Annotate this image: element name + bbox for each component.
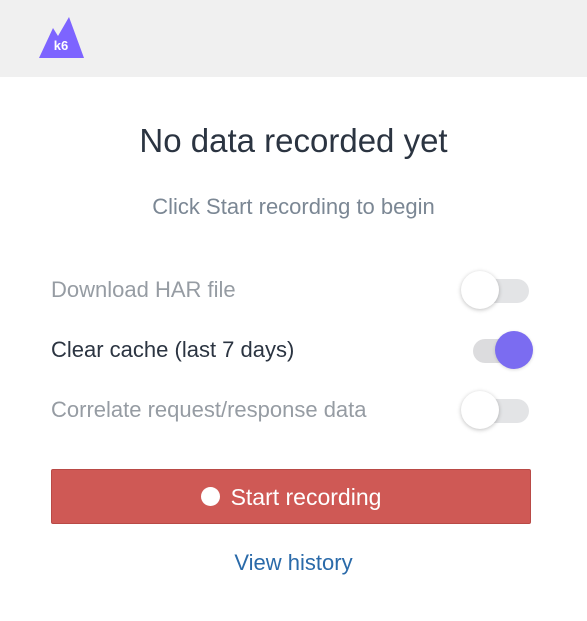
toggle-knob [495, 331, 533, 369]
option-clear-cache: Clear cache (last 7 days) [51, 330, 533, 370]
option-label: Clear cache (last 7 days) [51, 337, 295, 362]
option-correlate: Correlate request/response data [51, 390, 533, 430]
download-har-toggle[interactable] [461, 270, 533, 310]
start-recording-label: Start recording [230, 483, 382, 510]
correlate-toggle[interactable] [461, 390, 533, 430]
toggle-knob [461, 391, 499, 429]
clear-cache-toggle[interactable] [461, 330, 533, 370]
main-panel: No data recorded yet Click Start recordi… [0, 77, 587, 621]
k6-logo: k6 [38, 14, 84, 58]
toggle-knob [461, 271, 499, 309]
option-download-har: Download HAR file [51, 270, 533, 310]
logo-text: k6 [54, 38, 68, 53]
start-recording-button[interactable]: Start recording [51, 469, 531, 524]
page-subtitle: Click Start recording to begin [152, 194, 435, 219]
view-history-link[interactable]: View history [0, 549, 587, 577]
option-label: Download HAR file [51, 277, 236, 302]
page-title: No data recorded yet [139, 122, 448, 159]
app-header: k6 [0, 0, 587, 77]
record-icon [200, 487, 220, 506]
option-label: Correlate request/response data [51, 397, 367, 422]
